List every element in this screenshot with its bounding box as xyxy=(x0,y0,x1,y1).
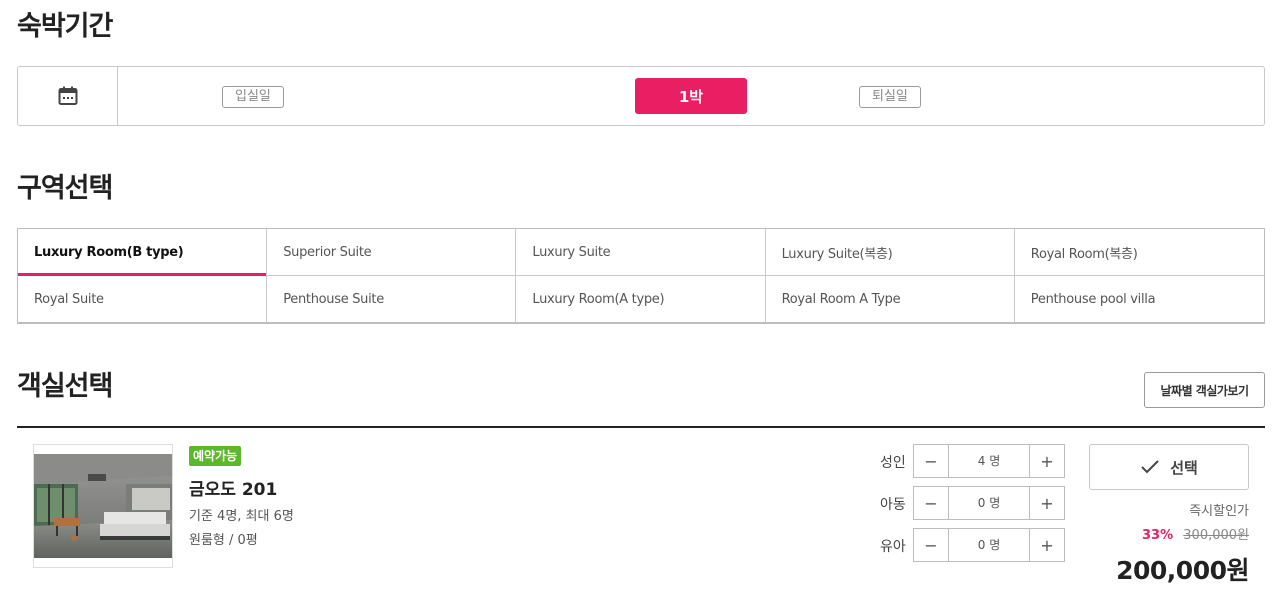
infant-stepper: − 0 명 + xyxy=(913,528,1065,562)
calendar-icon xyxy=(58,86,77,105)
plus-icon: + xyxy=(1040,493,1054,513)
room-type: 원룸형 / 0평 xyxy=(189,533,258,548)
room-image xyxy=(34,454,172,558)
calendar-button[interactable] xyxy=(18,67,118,125)
select-room-label: 선택 xyxy=(1170,458,1198,477)
adult-plus-button[interactable]: + xyxy=(1029,445,1064,477)
minus-icon: − xyxy=(924,535,938,555)
room-name: 금오도 201 xyxy=(189,480,278,500)
zone-tab-superior-suite[interactable]: Superior Suite xyxy=(267,229,517,276)
original-price: 300,000원 xyxy=(1183,528,1249,543)
zone-tabs: Luxury Room(B type) Superior Suite Luxur… xyxy=(17,228,1265,324)
zone-select-title: 구역선택 xyxy=(17,173,113,204)
child-plus-button[interactable]: + xyxy=(1029,487,1064,519)
zone-tab-penthouse-suite[interactable]: Penthouse Suite xyxy=(267,276,517,323)
zone-tab-penthouse-pool-villa[interactable]: Penthouse pool villa xyxy=(1015,276,1264,323)
checkout-date-field[interactable]: 퇴실일 xyxy=(859,86,921,108)
nights-button[interactable]: 1박 xyxy=(635,78,747,114)
section-divider xyxy=(17,426,1265,428)
final-price: 200,000원 xyxy=(1116,556,1249,585)
instant-discount-label: 즉시할인가 xyxy=(1189,504,1249,519)
zone-tab-royal-suite[interactable]: Royal Suite xyxy=(18,276,268,323)
infant-count: 0 명 xyxy=(977,538,1001,552)
adult-stepper: − 4 명 + xyxy=(913,444,1065,478)
checkin-date-field[interactable]: 입실일 xyxy=(222,86,284,108)
adult-label: 성인 xyxy=(880,455,906,471)
infant-label: 유아 xyxy=(880,539,906,555)
zone-tab-luxury-suite-duplex[interactable]: Luxury Suite(복층) xyxy=(765,229,1015,276)
infant-plus-button[interactable]: + xyxy=(1029,529,1064,561)
room-select-title: 객실선택 xyxy=(17,371,113,402)
minus-icon: − xyxy=(924,493,938,513)
stay-period-box: 입실일 1박 퇴실일 xyxy=(17,66,1265,126)
availability-badge: 예약가능 xyxy=(189,446,242,466)
child-label: 아동 xyxy=(880,497,906,513)
stay-period-title: 숙박기간 xyxy=(17,11,113,42)
room-capacity: 기준 4명, 최대 6명 xyxy=(189,509,294,524)
adult-count: 4 명 xyxy=(977,454,1001,468)
plus-icon: + xyxy=(1040,535,1054,555)
child-stepper: − 0 명 + xyxy=(913,486,1065,520)
zone-tab-royal-room-a[interactable]: Royal Room A Type xyxy=(766,276,1015,323)
infant-minus-button[interactable]: − xyxy=(914,529,949,561)
discount-rate: 33% xyxy=(1142,528,1174,543)
room-photo[interactable] xyxy=(33,444,173,568)
zone-tab-royal-room-duplex[interactable]: Royal Room(복층) xyxy=(1014,229,1264,276)
check-icon xyxy=(1141,460,1159,474)
select-room-button[interactable]: 선택 xyxy=(1089,444,1249,490)
discount-row: 33% 300,000원 xyxy=(1142,524,1249,543)
minus-icon: − xyxy=(924,451,938,471)
child-count: 0 명 xyxy=(977,496,1001,510)
adult-minus-button[interactable]: − xyxy=(914,445,949,477)
zone-tab-luxury-room-a[interactable]: Luxury Room(A type) xyxy=(516,276,766,323)
zone-tab-luxury-suite[interactable]: Luxury Suite xyxy=(516,229,766,276)
child-minus-button[interactable]: − xyxy=(914,487,949,519)
view-rooms-by-date-button[interactable]: 날짜별 객실가보기 xyxy=(1144,372,1265,408)
zone-tab-luxury-room-b[interactable]: Luxury Room(B type) xyxy=(18,229,268,276)
plus-icon: + xyxy=(1040,451,1054,471)
